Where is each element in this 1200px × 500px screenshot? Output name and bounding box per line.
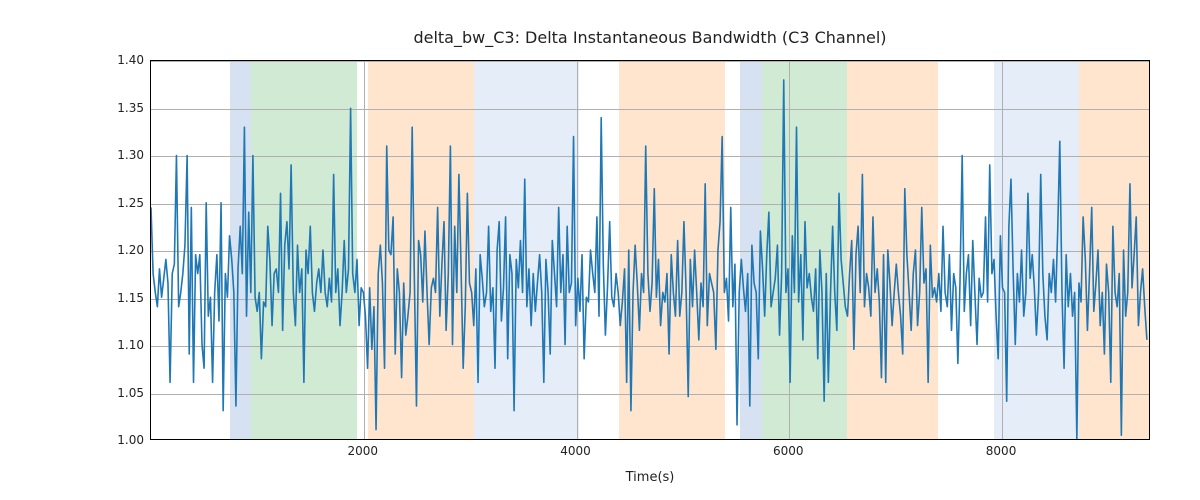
y-tick-label: 1.20 bbox=[117, 243, 144, 257]
line-series bbox=[151, 61, 1149, 439]
x-tick-label: 8000 bbox=[986, 444, 1017, 458]
series-delta_bw_C3 bbox=[151, 80, 1147, 439]
y-tick-label: 1.25 bbox=[117, 196, 144, 210]
plot-area bbox=[150, 60, 1150, 440]
x-axis-label: Time(s) bbox=[150, 470, 1150, 485]
chart-title: delta_bw_C3: Delta Instantaneous Bandwid… bbox=[150, 28, 1150, 47]
x-tick-label: 2000 bbox=[347, 444, 378, 458]
y-axis-label: Hz bbox=[100, 0, 115, 60]
y-tick-label: 1.05 bbox=[117, 386, 144, 400]
y-tick-label: 1.40 bbox=[117, 53, 144, 67]
y-tick-label: 1.30 bbox=[117, 148, 144, 162]
x-tick-label: 4000 bbox=[560, 444, 591, 458]
y-tick-label: 1.35 bbox=[117, 101, 144, 115]
figure: delta_bw_C3: Delta Instantaneous Bandwid… bbox=[0, 0, 1200, 500]
y-tick-label: 1.10 bbox=[117, 338, 144, 352]
y-tick-label: 1.00 bbox=[117, 433, 144, 447]
y-tick-label: 1.15 bbox=[117, 291, 144, 305]
x-tick-label: 6000 bbox=[773, 444, 804, 458]
